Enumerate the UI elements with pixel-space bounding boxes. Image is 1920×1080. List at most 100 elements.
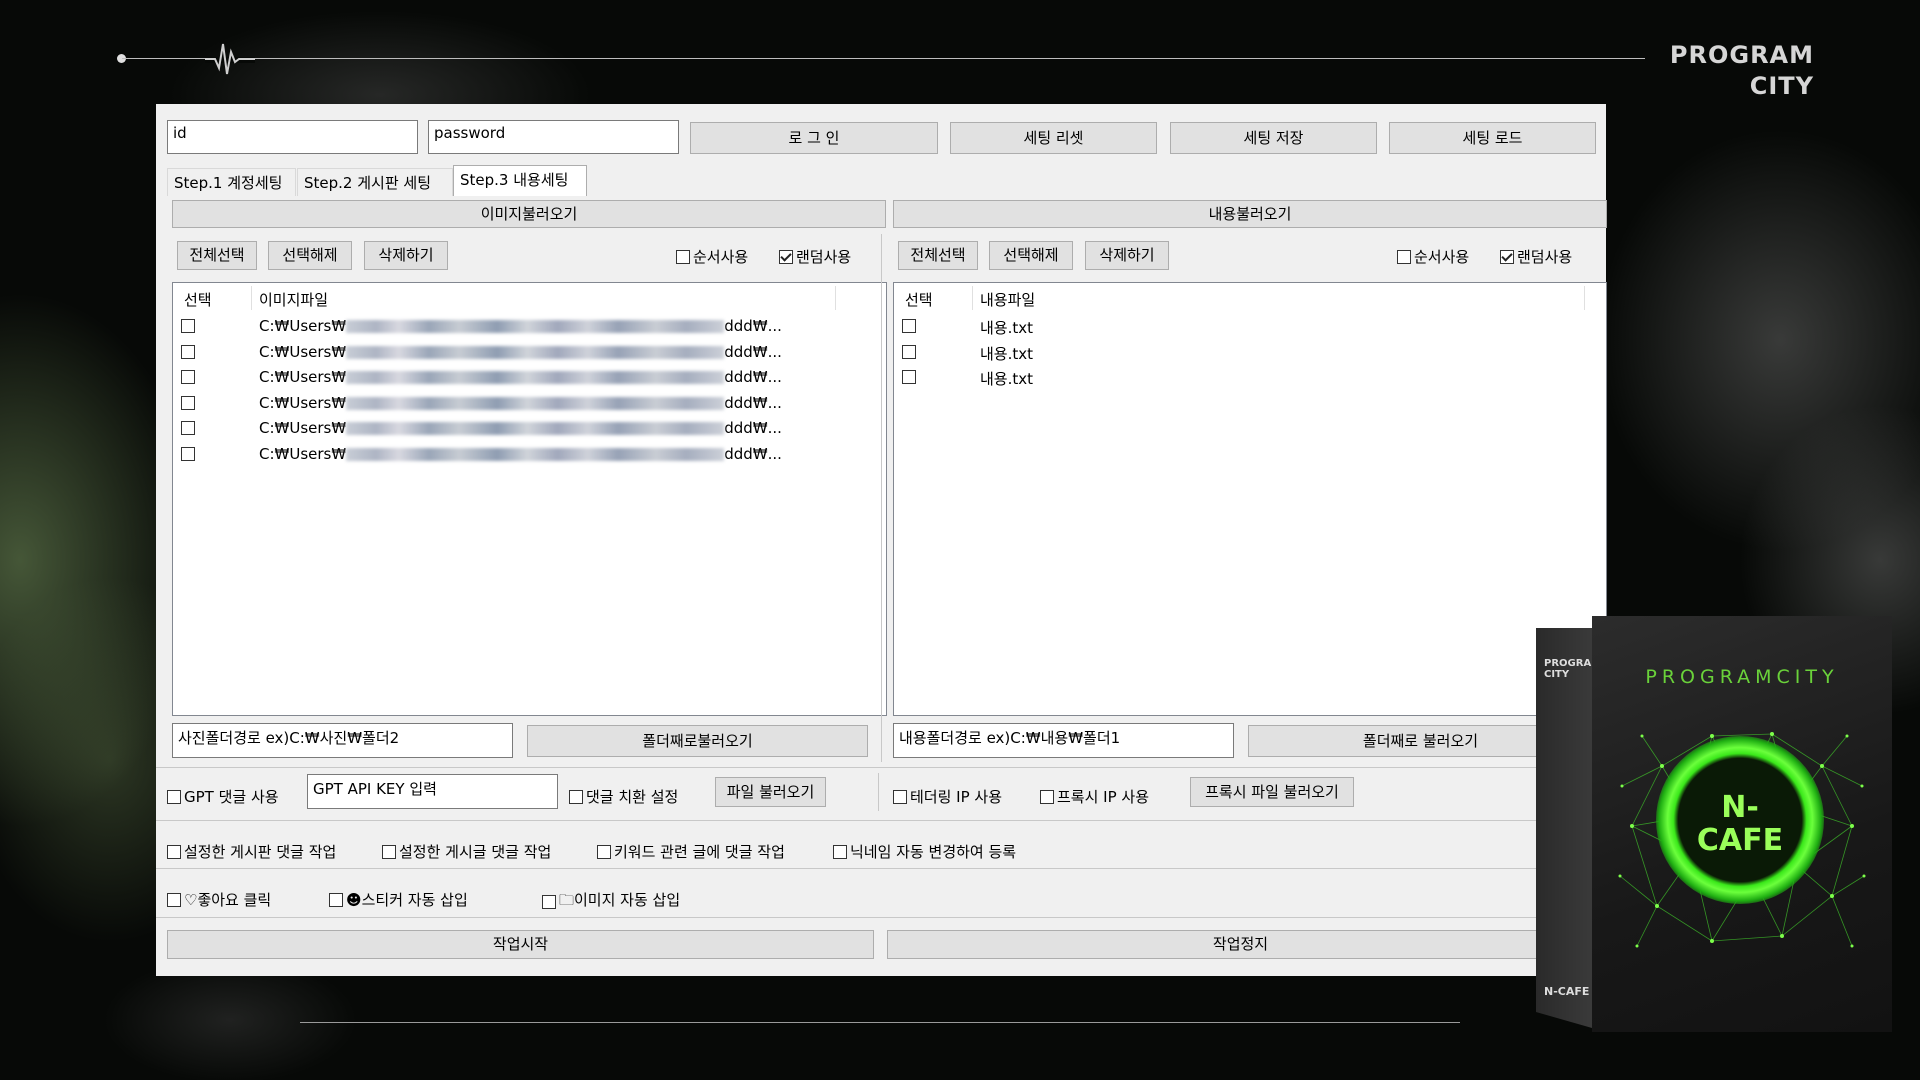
content-deselect-button[interactable]: 선택해제 [989,241,1073,270]
password-input[interactable]: password [428,120,679,154]
id-input[interactable]: id [167,120,418,154]
content-random-checkbox[interactable]: 랜덤사용 [1500,246,1572,267]
sticker-insert-checkbox[interactable]: ☻스티커 자동 삽입 [329,889,468,910]
checkbox-box[interactable] [833,844,847,859]
checkbox-box[interactable] [329,892,343,907]
column-header-select: 선택 [905,291,933,309]
column-header-content-file: 내용파일 [980,291,1036,309]
stop-task-button[interactable]: 작업정지 [887,930,1594,959]
like-click-checkbox[interactable]: ♡좋아요 클릭 [167,889,271,910]
brand-logo-line1: PROGRAM [1669,41,1814,69]
row-checkbox[interactable] [181,446,195,461]
row-checkbox[interactable] [902,344,916,359]
row-checkbox[interactable] [181,344,195,359]
image-folder-load-button[interactable]: 폴더째로불러오기 [527,725,868,757]
redacted-path [346,345,725,359]
load-settings-button[interactable]: 세팅 로드 [1389,122,1596,154]
content-sequential-checkbox[interactable]: 순서사용 [1397,246,1469,267]
checkbox-box[interactable] [167,789,181,804]
image-random-checkbox[interactable]: 랜덤사용 [779,246,851,267]
checkbox-box[interactable] [779,249,793,264]
table-row[interactable]: C:₩Users₩ ddd₩... [173,415,886,440]
table-row[interactable]: C:₩Users₩ ddd₩... [173,390,886,415]
image-file-list[interactable]: 선택 이미지파일 C:₩Users₩ ddd₩... C:₩Users₩ ddd₩.… [172,282,887,716]
checkbox-box[interactable] [1500,249,1514,264]
checkbox-box[interactable] [676,249,690,264]
checkbox-box[interactable] [893,789,907,804]
checkbox-box[interactable] [569,789,583,804]
nickname-change-checkbox[interactable]: 닉네임 자동 변경하여 등록 [833,841,1016,862]
save-settings-button[interactable]: 세팅 저장 [1170,122,1377,154]
checkbox-box[interactable] [167,844,181,859]
content-delete-button[interactable]: 삭제하기 [1085,241,1169,270]
divider [156,868,1606,869]
content-folder-path-input[interactable]: 내용폴더경로 ex)C:₩내용₩폴더1 [893,723,1234,758]
product-side-title: N-CAFE [1544,985,1590,998]
checkbox-label: 테더링 IP 사용 [910,788,1003,806]
divider [156,820,1606,821]
keyword-comment-checkbox[interactable]: 키워드 관련 글에 댓글 작업 [597,841,785,862]
login-button[interactable]: 로 그 인 [690,122,938,154]
content-file-name: 내용.txt [980,344,1034,363]
checkbox-box[interactable] [167,892,181,907]
glowing-ring-icon: N- CAFE [1656,736,1824,904]
start-task-button[interactable]: 작업시작 [167,930,874,959]
gpt-api-key-input[interactable]: GPT API KEY 입력 [307,774,558,809]
image-delete-button[interactable]: 삭제하기 [364,241,448,270]
tab-board-settings[interactable]: Step.2 게시판 세팅 [297,168,453,196]
row-checkbox[interactable] [181,395,195,410]
content-select-all-button[interactable]: 전체선택 [898,241,978,270]
post-comment-checkbox[interactable]: 설정한 게시글 댓글 작업 [382,841,551,862]
row-checkbox[interactable] [181,319,195,333]
redacted-path [346,396,725,410]
row-checkbox[interactable] [181,370,195,384]
image-path: C:₩Users₩ ddd₩... [259,368,782,386]
table-row[interactable]: C:₩Users₩ ddd₩... [173,313,886,338]
content-file-list[interactable]: 선택 내용파일 내용.txt 내용.txt 내용.txt [893,282,1607,716]
row-checkbox[interactable] [902,370,916,384]
table-row[interactable]: C:₩Users₩ ddd₩... [173,339,886,364]
checkbox-label: 랜덤사용 [1517,248,1573,266]
load-images-button[interactable]: 이미지불러오기 [172,200,886,228]
checkbox-box[interactable] [1397,249,1411,264]
product-box-front: PROGRAMCITY N- CAFE [1592,616,1892,1032]
image-path: C:₩Users₩ ddd₩... [259,393,782,412]
image-path: C:₩Users₩ ddd₩... [259,342,782,361]
comment-replace-checkbox[interactable]: 댓글 치환 설정 [569,786,678,807]
table-row[interactable]: 내용.txt [894,339,1606,364]
checkbox-label: 키워드 관련 글에 댓글 작업 [614,843,785,861]
image-deselect-button[interactable]: 선택해제 [268,241,352,270]
gpt-comment-checkbox[interactable]: GPT 댓글 사용 [167,786,279,807]
image-sequential-checkbox[interactable]: 순서사용 [676,246,748,267]
checkbox-box[interactable] [1040,789,1054,804]
file-load-button[interactable]: 파일 불러오기 [715,777,826,807]
row-checkbox[interactable] [181,421,195,435]
row-checkbox[interactable] [902,319,916,333]
image-select-all-button[interactable]: 전체선택 [177,241,257,270]
image-folder-path-input[interactable]: 사진폴더경로 ex)C:₩사진₩폴더2 [172,723,513,758]
table-row[interactable]: 내용.txt [894,313,1606,338]
checkbox-box[interactable] [382,844,396,859]
product-box-image: PROGRAM CITY N-CAFE PROGRAMCITY N- CAFE [1536,616,1892,1032]
proxy-ip-checkbox[interactable]: 프록시 IP 사용 [1040,786,1149,807]
tab-content-settings[interactable]: Step.3 내용세팅 [453,165,587,196]
board-comment-checkbox[interactable]: 설정한 게시판 댓글 작업 [167,841,336,862]
load-content-button[interactable]: 내용불러오기 [893,200,1607,228]
checkbox-label: 닉네임 자동 변경하여 등록 [850,843,1017,861]
checkbox-box[interactable] [597,844,611,859]
proxy-file-load-button[interactable]: 프록시 파일 불러오기 [1190,777,1354,807]
panel-divider [881,234,882,762]
app-window: id password 로 그 인 세팅 리셋 세팅 저장 세팅 로드 Step… [156,104,1607,976]
table-row[interactable]: C:₩Users₩ ddd₩... [173,364,886,389]
table-row[interactable]: C:₩Users₩ ddd₩... [173,441,886,466]
reset-settings-button[interactable]: 세팅 리셋 [950,122,1157,154]
image-insert-checkbox[interactable]: 🗀이미지 자동 삽입 [542,889,680,915]
redacted-path [346,422,725,435]
column-header-select: 선택 [184,291,212,309]
table-row[interactable]: 내용.txt [894,364,1606,389]
tethering-ip-checkbox[interactable]: 테더링 IP 사용 [893,786,1002,807]
checkbox-box[interactable] [542,895,556,909]
tab-account-settings[interactable]: Step.1 계정세팅 [167,168,296,196]
redacted-path [346,320,725,333]
checkbox-label: 순서사용 [693,248,749,266]
